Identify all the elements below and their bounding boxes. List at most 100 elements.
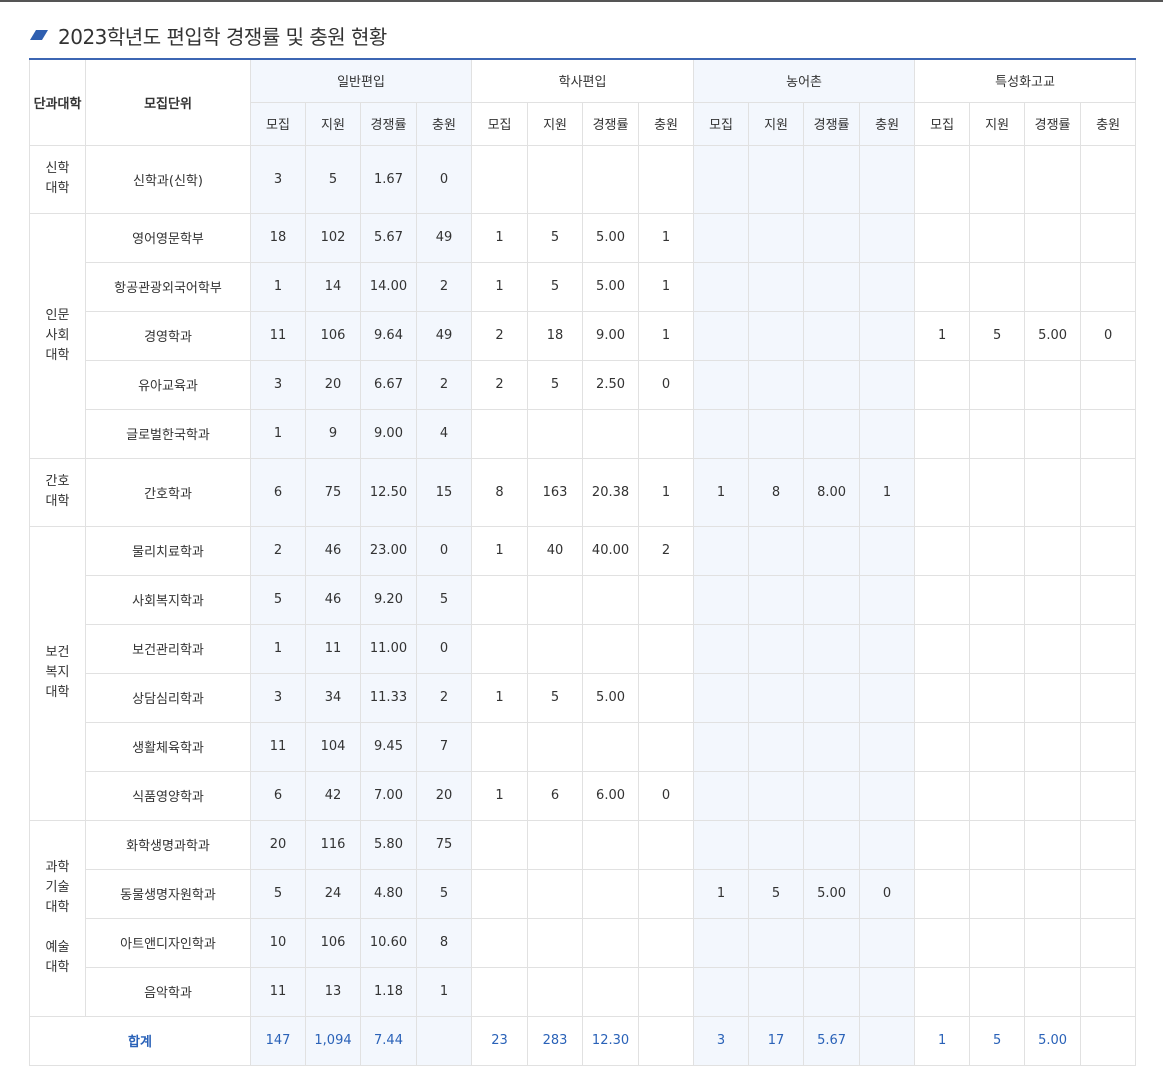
table-row: 유아교육과 3 20 6.67 2 2 5 2.50 0 (30, 359, 1137, 410)
value-cell (859, 721, 916, 772)
value-cell: 1 (415, 966, 473, 1017)
unit-cell: 아트앤디자인학과 (85, 917, 251, 968)
value-cell: 1 (859, 457, 916, 527)
value-cell: 7.00 (360, 770, 417, 821)
value-cell (803, 672, 861, 723)
value-cell: 1 (638, 310, 695, 361)
value-cell: 0 (638, 770, 695, 821)
table-row: 상담심리학과 3 34 11.33 2 1 5 5.00 (30, 672, 1137, 723)
value-cell (582, 966, 640, 1017)
value-cell (969, 212, 1026, 263)
value-cell: 102 (305, 212, 361, 263)
subheader-apply: 지원 (305, 101, 361, 146)
value-cell: 8 (415, 917, 473, 968)
value-cell: 5.80 (360, 819, 417, 870)
value-cell (1080, 917, 1137, 968)
value-cell: 5 (250, 868, 306, 919)
value-cell (1080, 672, 1137, 723)
subheader-recruit: 모집 (693, 101, 750, 146)
value-cell: 11 (250, 966, 306, 1017)
value-cell: 5.00 (582, 212, 640, 263)
value-cell: 116 (305, 819, 361, 870)
value-cell: 6 (250, 770, 306, 821)
value-cell (1080, 261, 1137, 312)
value-cell (748, 212, 805, 263)
value-cell (803, 144, 861, 214)
subheader-fill: 충원 (1080, 101, 1137, 146)
value-cell (471, 574, 529, 625)
table-row: 사회복지학과 5 46 9.20 5 (30, 574, 1137, 625)
table-row: 과학 기술 대학 예술 대학 화학생명과학과 20 116 5.80 75 (29, 819, 1137, 1017)
value-cell: 8 (748, 457, 805, 527)
value-cell: 2 (471, 359, 529, 410)
value-cell: 49 (415, 310, 473, 361)
value-cell (748, 721, 805, 772)
value-cell (859, 525, 916, 576)
value-cell (1024, 574, 1082, 625)
value-cell: 18 (527, 310, 584, 361)
value-cell (803, 966, 861, 1017)
value-cell (693, 672, 750, 723)
value-cell: 40 (527, 525, 584, 576)
value-cell (914, 359, 971, 410)
value-cell (748, 623, 805, 674)
value-cell (1024, 868, 1082, 919)
value-cell: 4.80 (360, 868, 417, 919)
value-cell (1024, 917, 1082, 968)
value-cell: 1.67 (360, 144, 417, 214)
value-cell (693, 966, 750, 1017)
college-cell: 간호 대학 (29, 457, 86, 527)
value-cell (914, 457, 971, 527)
value-cell: 14 (305, 261, 361, 312)
value-cell: 7 (415, 721, 473, 772)
value-cell: 1 (471, 212, 529, 263)
value-cell (748, 408, 805, 459)
value-cell: 46 (305, 574, 361, 625)
total-value-cell: 12.30 (582, 1015, 640, 1066)
value-cell: 5.00 (803, 868, 861, 919)
value-cell (638, 868, 695, 919)
value-cell: 6 (527, 770, 584, 821)
value-cell (471, 917, 529, 968)
value-cell (803, 917, 861, 968)
value-cell: 5 (305, 144, 361, 214)
value-cell (969, 525, 1026, 576)
value-cell (914, 672, 971, 723)
value-cell (638, 819, 695, 870)
value-cell (638, 917, 695, 968)
value-cell (1080, 966, 1137, 1017)
value-cell: 9.00 (360, 408, 417, 459)
value-cell (914, 868, 971, 919)
value-cell (638, 408, 695, 459)
value-cell: 1 (638, 457, 695, 527)
value-cell (1024, 623, 1082, 674)
value-cell: 10.60 (360, 917, 417, 968)
value-cell (638, 721, 695, 772)
value-cell (1024, 408, 1082, 459)
value-cell (638, 144, 695, 214)
value-cell: 0 (638, 359, 695, 410)
value-cell (748, 144, 805, 214)
value-cell: 5 (415, 574, 473, 625)
value-cell: 5 (969, 310, 1026, 361)
value-cell (914, 574, 971, 625)
value-cell (859, 819, 916, 870)
value-cell: 3 (250, 359, 306, 410)
value-cell (693, 574, 750, 625)
value-cell: 163 (527, 457, 584, 527)
subheader-ratio: 경쟁률 (803, 101, 861, 146)
value-cell: 5 (415, 868, 473, 919)
value-cell (693, 359, 750, 410)
value-cell: 9.45 (360, 721, 417, 772)
value-cell: 5.67 (360, 212, 417, 263)
value-cell (969, 574, 1026, 625)
value-cell: 1 (638, 261, 695, 312)
value-cell: 1.18 (360, 966, 417, 1017)
value-cell: 34 (305, 672, 361, 723)
value-cell (471, 144, 529, 214)
value-cell: 2 (415, 261, 473, 312)
value-cell (969, 721, 1026, 772)
value-cell (1024, 770, 1082, 821)
value-cell (859, 359, 916, 410)
value-cell: 6.67 (360, 359, 417, 410)
